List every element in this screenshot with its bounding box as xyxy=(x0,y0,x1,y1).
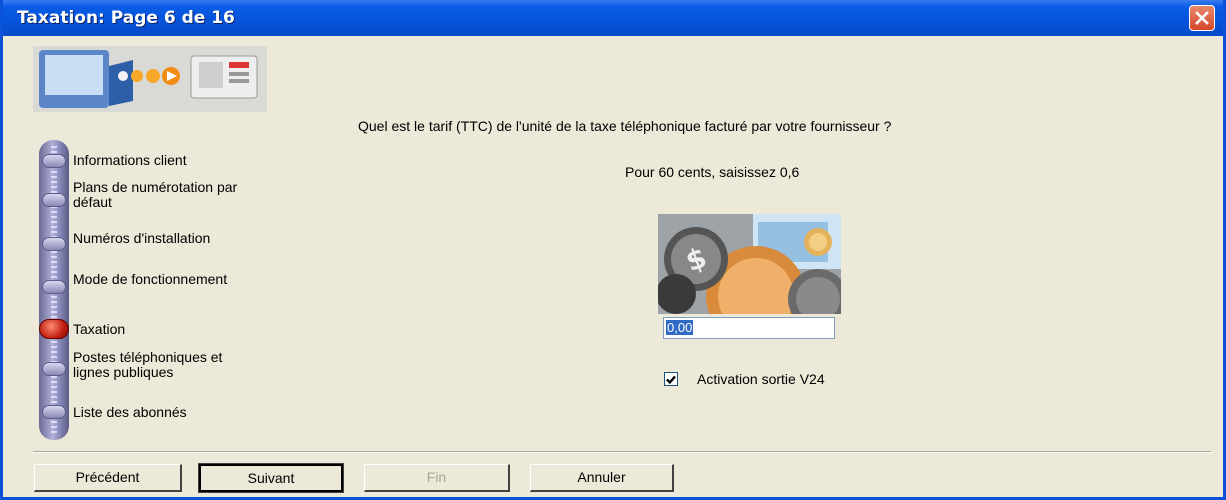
hint-text: Pour 60 cents, saisissez 0,6 xyxy=(625,164,800,180)
step-marker xyxy=(42,237,66,251)
step-postes-telephoniques: Postes téléphoniques et lignes publiques xyxy=(73,349,223,380)
step-liste-abonnes: Liste des abonnés xyxy=(73,404,187,420)
step-marker xyxy=(42,362,66,376)
cancel-button[interactable]: Annuler xyxy=(530,464,674,492)
footer-separator xyxy=(33,451,1211,453)
step-plans-numerotation: Plans de numérotation par défaut xyxy=(73,179,238,210)
v24-checkbox-label: Activation sortie V24 xyxy=(697,371,825,387)
step-marker-active xyxy=(39,319,69,339)
step-mode-fonctionnement: Mode de fonctionnement xyxy=(73,271,228,287)
tariff-input[interactable]: 0,00 xyxy=(663,317,835,339)
title-bar[interactable]: Taxation: Page 6 de 16 xyxy=(3,0,1223,36)
step-marker xyxy=(42,193,66,207)
close-icon xyxy=(1195,11,1209,25)
tariff-input-value: 0,00 xyxy=(666,320,694,335)
step-informations-client: Informations client xyxy=(73,152,187,168)
next-button[interactable]: Suivant xyxy=(198,463,344,493)
coins-illustration: $ xyxy=(658,214,841,314)
check-icon xyxy=(666,375,676,385)
wizard-window: Taxation: Page 6 de 16 Quel est le tarif… xyxy=(0,0,1226,500)
window-title: Taxation: Page 6 de 16 xyxy=(17,8,235,28)
v24-checkbox[interactable] xyxy=(664,372,678,386)
step-marker xyxy=(42,154,66,168)
step-marker xyxy=(42,280,66,294)
question-text: Quel est le tarif (TTC) de l'unité de la… xyxy=(358,118,892,134)
previous-button[interactable]: Précédent xyxy=(34,464,182,492)
step-taxation: Taxation xyxy=(73,321,126,337)
step-marker xyxy=(42,405,66,419)
close-button[interactable] xyxy=(1189,5,1215,31)
step-numeros-installation: Numéros d'installation xyxy=(73,230,211,246)
finish-button[interactable]: Fin xyxy=(364,464,510,492)
wizard-banner-image xyxy=(33,46,267,112)
